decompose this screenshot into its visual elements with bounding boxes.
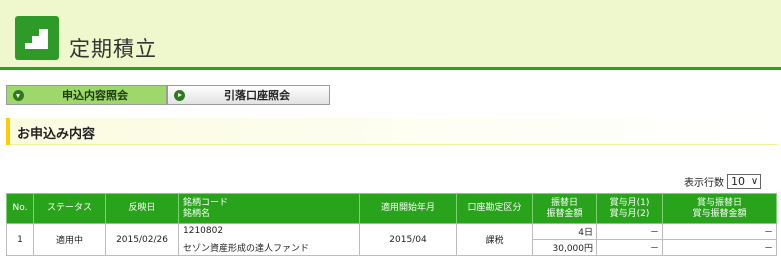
- col-transfer: 振替日 振替金額: [532, 193, 597, 224]
- section-title: お申込み内容: [17, 127, 96, 142]
- col-status: ステータス: [33, 193, 106, 224]
- cell-status: 適用中: [33, 223, 106, 256]
- cell-transfer-day: 4日: [532, 223, 597, 240]
- cell-fund-code: 1210802: [183, 225, 224, 236]
- rows-per-page: 表示行数 10 ∨: [684, 174, 761, 189]
- table-row: 1 適用中 2015/02/26 1210802 セゾン資産形成の達人ファンド …: [6, 223, 777, 256]
- tab-application-details[interactable]: 申込内容照会: [6, 85, 167, 105]
- col-bonus-transfer: 賞与振替日 賞与振替金額: [662, 193, 777, 224]
- rows-per-page-label: 表示行数: [684, 178, 724, 189]
- stairs-icon: [15, 16, 59, 60]
- cell-transfer-amount: 30,000円: [532, 239, 597, 256]
- tab-label: 引落口座照会: [224, 89, 290, 102]
- col-bonus-month2: 賞与月(2): [609, 208, 650, 219]
- chevron-down-icon: ∨: [750, 176, 759, 187]
- cell-bonus-month1: －: [596, 223, 663, 240]
- chevron-down-icon: [13, 89, 24, 101]
- col-bonus-transfer-day: 賞与振替日: [696, 197, 742, 208]
- cell-fund: 1210802 セゾン資産形成の達人ファンド: [178, 223, 360, 256]
- cell-fund-name: セゾン資産形成の達人ファンド: [183, 243, 310, 254]
- col-no: No.: [6, 193, 34, 224]
- application-table: No. ステータス 反映日 銘柄コード 銘柄名 適用開始年月 口座勘定区分 振替…: [6, 193, 777, 256]
- col-start-month: 適用開始年月: [359, 193, 457, 224]
- col-transfer-day: 振替日: [550, 197, 578, 208]
- col-fund-name: 銘柄名: [183, 208, 211, 219]
- page-title: 定期積立: [69, 37, 157, 61]
- section-header: お申込み内容: [6, 118, 778, 145]
- page-header: 定期積立: [0, 0, 781, 70]
- chevron-right-icon: [174, 89, 185, 101]
- cell-bonus-amount: －: [662, 239, 777, 256]
- col-bonus-transfer-amount: 賞与振替金額: [692, 208, 747, 219]
- rows-per-page-value: 10: [731, 175, 745, 188]
- col-bonus-month1: 賞与月(1): [609, 197, 650, 208]
- cell-bonus-month2: －: [596, 239, 663, 256]
- col-reflect-date: 反映日: [105, 193, 179, 224]
- col-fund: 銘柄コード 銘柄名: [178, 193, 360, 224]
- cell-start-month: 2015/04: [359, 223, 457, 256]
- cell-account-type: 課税: [456, 223, 533, 256]
- tab-label: 申込内容照会: [62, 89, 128, 102]
- cell-bonus-day: －: [662, 223, 777, 240]
- col-account-type: 口座勘定区分: [456, 193, 533, 224]
- section-divider: [10, 144, 778, 145]
- tab-debit-account[interactable]: 引落口座照会: [167, 85, 330, 105]
- table-header-row: No. ステータス 反映日 銘柄コード 銘柄名 適用開始年月 口座勘定区分 振替…: [6, 193, 777, 224]
- col-fund-code: 銘柄コード: [183, 197, 229, 208]
- col-bonus-month: 賞与月(1) 賞与月(2): [596, 193, 663, 224]
- col-transfer-amount: 振替金額: [546, 208, 583, 219]
- rows-per-page-select[interactable]: 10 ∨: [727, 174, 761, 189]
- cell-reflect-date: 2015/02/26: [105, 223, 179, 256]
- cell-no: 1: [6, 223, 34, 256]
